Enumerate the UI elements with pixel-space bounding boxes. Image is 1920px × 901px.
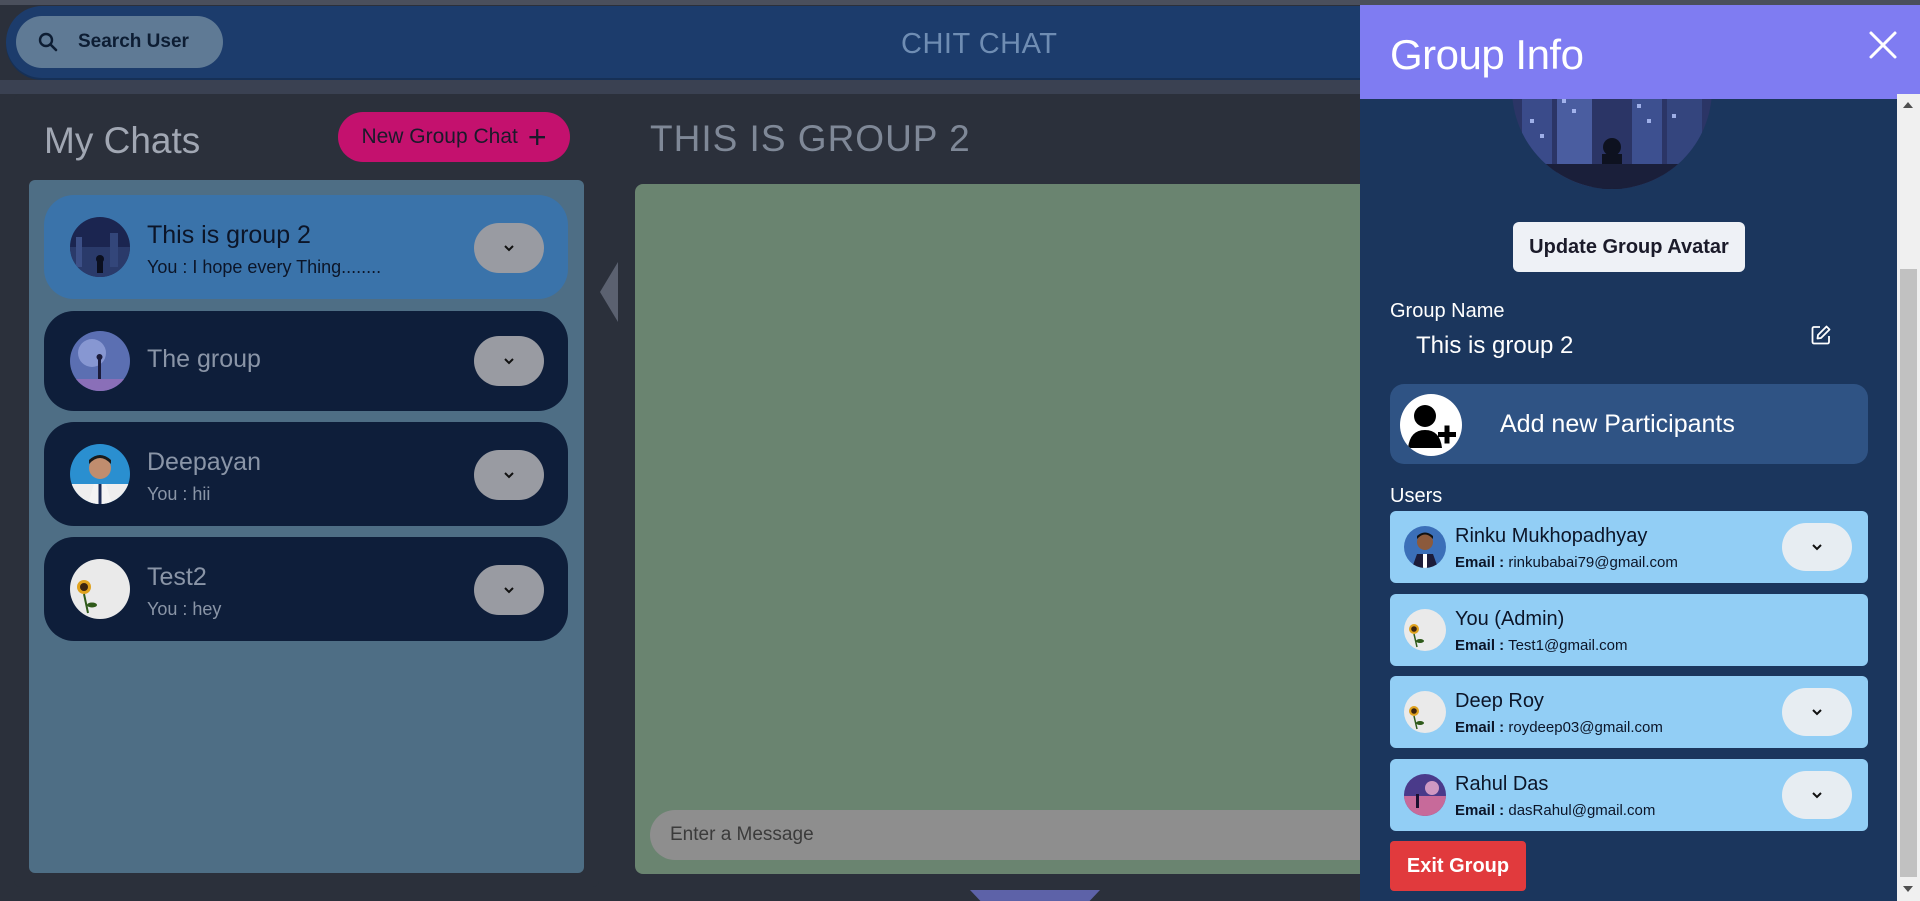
header-divider — [0, 80, 1360, 94]
scroll-up-arrow-icon[interactable] — [1903, 102, 1913, 108]
sunflower-avatar-icon — [70, 559, 130, 619]
add-participants-label: Add new Participants — [1500, 410, 1735, 438]
user-name: Rinku Mukhopadhyay — [1455, 525, 1648, 547]
chat-preview: You : hii — [147, 484, 211, 504]
plus-icon: + — [527, 119, 547, 155]
new-group-chat-label: New Group Chat — [361, 125, 518, 148]
chat-item-deepayan[interactable]: Deepayan You : hii — [44, 422, 568, 526]
user-email: Email : roydeep03@gmail.com — [1455, 719, 1663, 736]
group-name-value: This is group 2 — [1416, 332, 1574, 359]
user-card-you-admin: You (Admin) Email : Test1@gmail.com — [1390, 594, 1868, 666]
conversation-panel: THIS IS GROUP 2 — [620, 94, 1440, 887]
user-options-button[interactable] — [1782, 771, 1852, 819]
search-user-label: Search User — [78, 31, 189, 52]
chevron-down-icon — [1812, 792, 1822, 799]
user-name: Deep Roy — [1455, 690, 1544, 712]
app-title: CHIT CHAT — [901, 28, 1058, 60]
edit-icon[interactable] — [1810, 324, 1832, 346]
group-name-label: Group Name — [1390, 300, 1505, 322]
user-options-button[interactable] — [1782, 523, 1852, 571]
user-card-rinku: Rinku Mukhopadhyay Email : rinkubabai79@… — [1390, 511, 1868, 583]
search-user-button[interactable]: Search User — [16, 16, 223, 68]
user-card-deep-roy: Deep Roy Email : roydeep03@gmail.com — [1390, 676, 1868, 748]
drawer-header: Group Info — [1360, 5, 1920, 99]
search-icon — [38, 32, 58, 52]
chat-options-button[interactable] — [474, 450, 544, 500]
user-avatar-icon — [1404, 774, 1446, 816]
my-chats-title: My Chats — [44, 120, 201, 161]
message-input[interactable] — [650, 810, 1440, 860]
chat-name: This is group 2 — [147, 221, 311, 249]
group-avatar-icon — [70, 217, 130, 277]
user-name: You (Admin) — [1455, 608, 1565, 630]
exit-group-button[interactable]: Exit Group — [1390, 841, 1526, 891]
scroll-down-arrow-icon[interactable] — [1903, 886, 1913, 892]
group-avatar-icon — [70, 331, 130, 391]
chat-name: Test2 — [147, 563, 207, 591]
group-info-title: Group Info — [1390, 31, 1584, 78]
chat-options-button[interactable] — [474, 223, 544, 273]
bottom-decoration — [970, 890, 1100, 901]
user-card-rahul-das: Rahul Das Email : dasRahul@gmail.com — [1390, 759, 1868, 831]
chat-list: This is group 2 You : I hope every Thing… — [29, 180, 584, 873]
chat-preview: You : hey — [147, 599, 222, 619]
drawer-scrollbar[interactable] — [1897, 94, 1920, 901]
chevron-down-icon — [504, 358, 514, 365]
user-email: Email : dasRahul@gmail.com — [1455, 802, 1656, 819]
message-area — [635, 184, 1440, 874]
chevron-down-icon — [504, 587, 514, 594]
close-icon[interactable] — [1863, 25, 1903, 65]
chat-name: Deepayan — [147, 448, 261, 476]
user-name: Rahul Das — [1455, 773, 1549, 795]
user-avatar-icon — [70, 444, 130, 504]
chat-item-the-group[interactable]: The group — [44, 311, 568, 411]
user-options-button[interactable] — [1782, 688, 1852, 736]
conversation-title: THIS IS GROUP 2 — [650, 118, 971, 159]
update-group-avatar-button[interactable]: Update Group Avatar — [1513, 222, 1745, 272]
my-chats-panel: My Chats New Group Chat + This is group … — [14, 94, 599, 887]
chevron-down-icon — [1812, 544, 1822, 551]
add-participants-button[interactable]: Add new Participants — [1390, 384, 1868, 464]
new-group-chat-button[interactable]: New Group Chat + — [338, 112, 570, 162]
chat-item-this-is-group-2[interactable]: This is group 2 You : I hope every Thing… — [44, 195, 568, 299]
chevron-down-icon — [1812, 709, 1822, 716]
chat-options-button[interactable] — [474, 565, 544, 615]
panel-collapse-notch — [600, 262, 618, 322]
app-header: Search User CHIT CHAT — [6, 6, 1416, 80]
scroll-thumb[interactable] — [1900, 269, 1917, 877]
chevron-down-icon — [504, 245, 514, 252]
users-label: Users — [1390, 485, 1443, 507]
chevron-down-icon — [504, 472, 514, 479]
add-user-icon — [1400, 394, 1462, 456]
chat-item-test2[interactable]: Test2 You : hey — [44, 537, 568, 641]
user-avatar-icon — [1404, 526, 1446, 568]
chat-preview: You : I hope every Thing........ — [147, 257, 382, 277]
user-email: Email : Test1@gmail.com — [1455, 637, 1628, 654]
group-info-drawer: Group Info Update Group Avatar Group Nam… — [1360, 5, 1920, 901]
sunflower-avatar-icon — [1404, 691, 1446, 733]
chat-name: The group — [147, 345, 261, 373]
sunflower-avatar-icon — [1404, 609, 1446, 651]
chat-options-button[interactable] — [474, 336, 544, 386]
user-email: Email : rinkubabai79@gmail.com — [1455, 554, 1678, 571]
